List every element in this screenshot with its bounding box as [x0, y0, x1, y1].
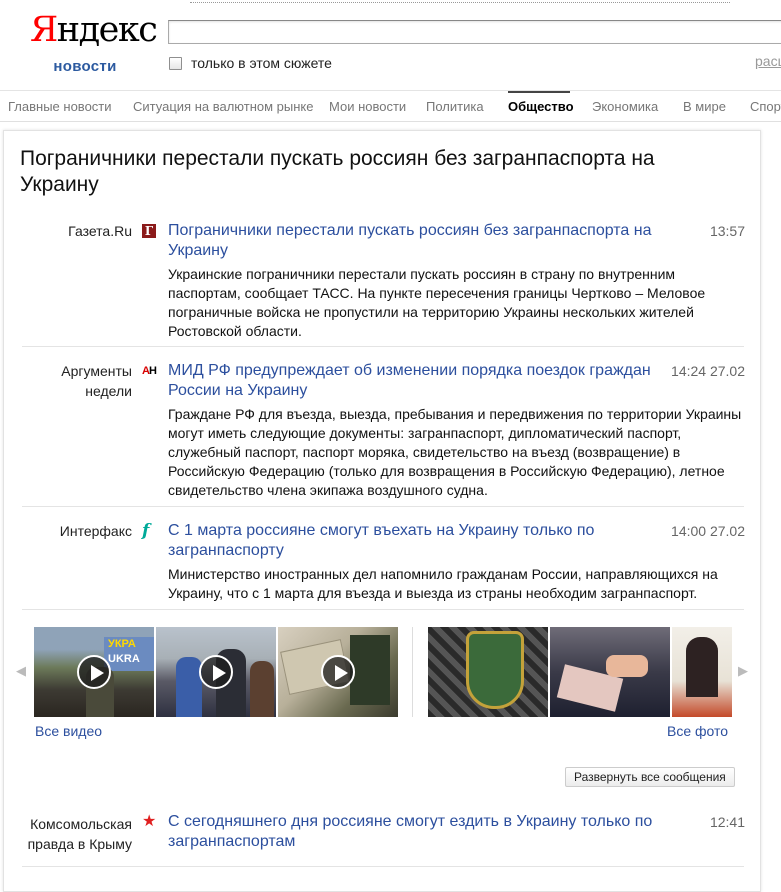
hand-shape	[606, 655, 648, 677]
news-source[interactable]: Аргументы недели	[14, 361, 132, 401]
emblem-shape	[466, 631, 524, 709]
top-cut-off-text	[170, 0, 781, 4]
kp-icon: ★	[142, 813, 157, 830]
news-title-link[interactable]: С 1 марта россияне смогут въехать на Укр…	[168, 521, 638, 561]
photo-thumbnail[interactable]	[428, 627, 548, 717]
photo-thumbnail[interactable]	[550, 627, 670, 717]
news-snippet: Украинские пограничники перестали пускат…	[168, 266, 706, 339]
news-title-link[interactable]: С сегодняшнего дня россияне смогут ездит…	[168, 812, 668, 852]
expand-all-button[interactable]: Развернуть все сообщения	[565, 767, 735, 787]
header: Яндекс новости только в этом сюжете расш	[0, 0, 781, 91]
play-icon	[199, 655, 233, 689]
video-thumbnail[interactable]: УКРА UKRA	[34, 627, 154, 717]
news-snippet: Граждане РФ для въезда, выезда, пребыван…	[168, 406, 742, 498]
tab-currency[interactable]: Ситуация на валютном рынке	[133, 99, 313, 114]
media-strip: ◀ УКРА UKRA ▶ Все видео Все фото	[4, 627, 760, 739]
logo-subtitle: новости	[53, 58, 117, 75]
story-title: Пограничники перестали пускать россиян б…	[20, 147, 655, 196]
news-time: 14:00 27.02	[671, 523, 745, 539]
news-time: 12:41	[709, 814, 745, 830]
play-icon	[321, 655, 355, 689]
news-time: 14:24 27.02	[671, 363, 745, 379]
video-thumbnail[interactable]	[278, 627, 398, 717]
news-title-link[interactable]: Пограничники перестали пускать россиян б…	[168, 221, 668, 261]
divider	[22, 506, 744, 507]
all-video-link[interactable]: Все видео	[35, 723, 102, 739]
tab-politics[interactable]: Политика	[426, 99, 484, 114]
news-title-link[interactable]: МИД РФ предупреждает об изменении порядк…	[168, 361, 658, 401]
divider	[22, 609, 744, 610]
logo-wordmark: Яндекс	[30, 10, 158, 50]
news-source[interactable]: Комсомольская правда в Крыму	[10, 814, 132, 854]
carousel-prev-arrow[interactable]: ◀	[16, 663, 26, 679]
tab-economy[interactable]: Экономика	[592, 99, 658, 114]
video-thumbnail[interactable]	[156, 627, 276, 717]
all-photo-link[interactable]: Все фото	[667, 723, 728, 739]
strip-divider	[412, 627, 413, 717]
advanced-search-link[interactable]: расш	[755, 53, 781, 69]
tab-my-news[interactable]: Мои новости	[329, 99, 406, 114]
search-input[interactable]	[168, 20, 781, 44]
story-filter-checkbox[interactable]	[169, 56, 182, 70]
aif-icon: АН	[142, 365, 157, 377]
photo-thumbnail[interactable]	[672, 627, 732, 717]
news-snippet: Министерство иностранных дел напомнило г…	[168, 566, 718, 601]
carousel-next-arrow[interactable]: ▶	[738, 663, 748, 679]
news-source[interactable]: Интерфакс	[14, 521, 132, 541]
person-silhouette	[176, 657, 202, 717]
story-card: Пограничники перестали пускать россиян б…	[3, 130, 761, 892]
tab-main-news[interactable]: Главные новости	[8, 99, 112, 114]
category-nav: Главные новости Ситуация на валютном рын…	[0, 91, 781, 122]
play-icon	[77, 655, 111, 689]
story-filter-label: только в этом сюжете	[191, 55, 332, 71]
person-silhouette	[686, 637, 718, 697]
yandex-news-logo[interactable]: Яндекс новости	[30, 8, 158, 75]
interfax-icon: f	[142, 521, 150, 541]
ukraine-sign: УКРА UKRA	[104, 637, 154, 671]
tab-sport[interactable]: Спорт	[750, 99, 781, 114]
person-silhouette	[250, 661, 274, 717]
active-tab-indicator	[508, 91, 570, 93]
tab-society[interactable]: Общество	[508, 99, 574, 114]
story-filter[interactable]: только в этом сюжете	[169, 55, 332, 71]
tab-world[interactable]: В мире	[683, 99, 726, 114]
document-shape	[350, 635, 390, 705]
gazeta-icon: Г	[142, 224, 156, 238]
news-source[interactable]: Газета.Ru	[14, 221, 132, 241]
divider	[22, 346, 744, 347]
divider	[22, 866, 744, 867]
news-time: 13:57	[709, 223, 745, 239]
